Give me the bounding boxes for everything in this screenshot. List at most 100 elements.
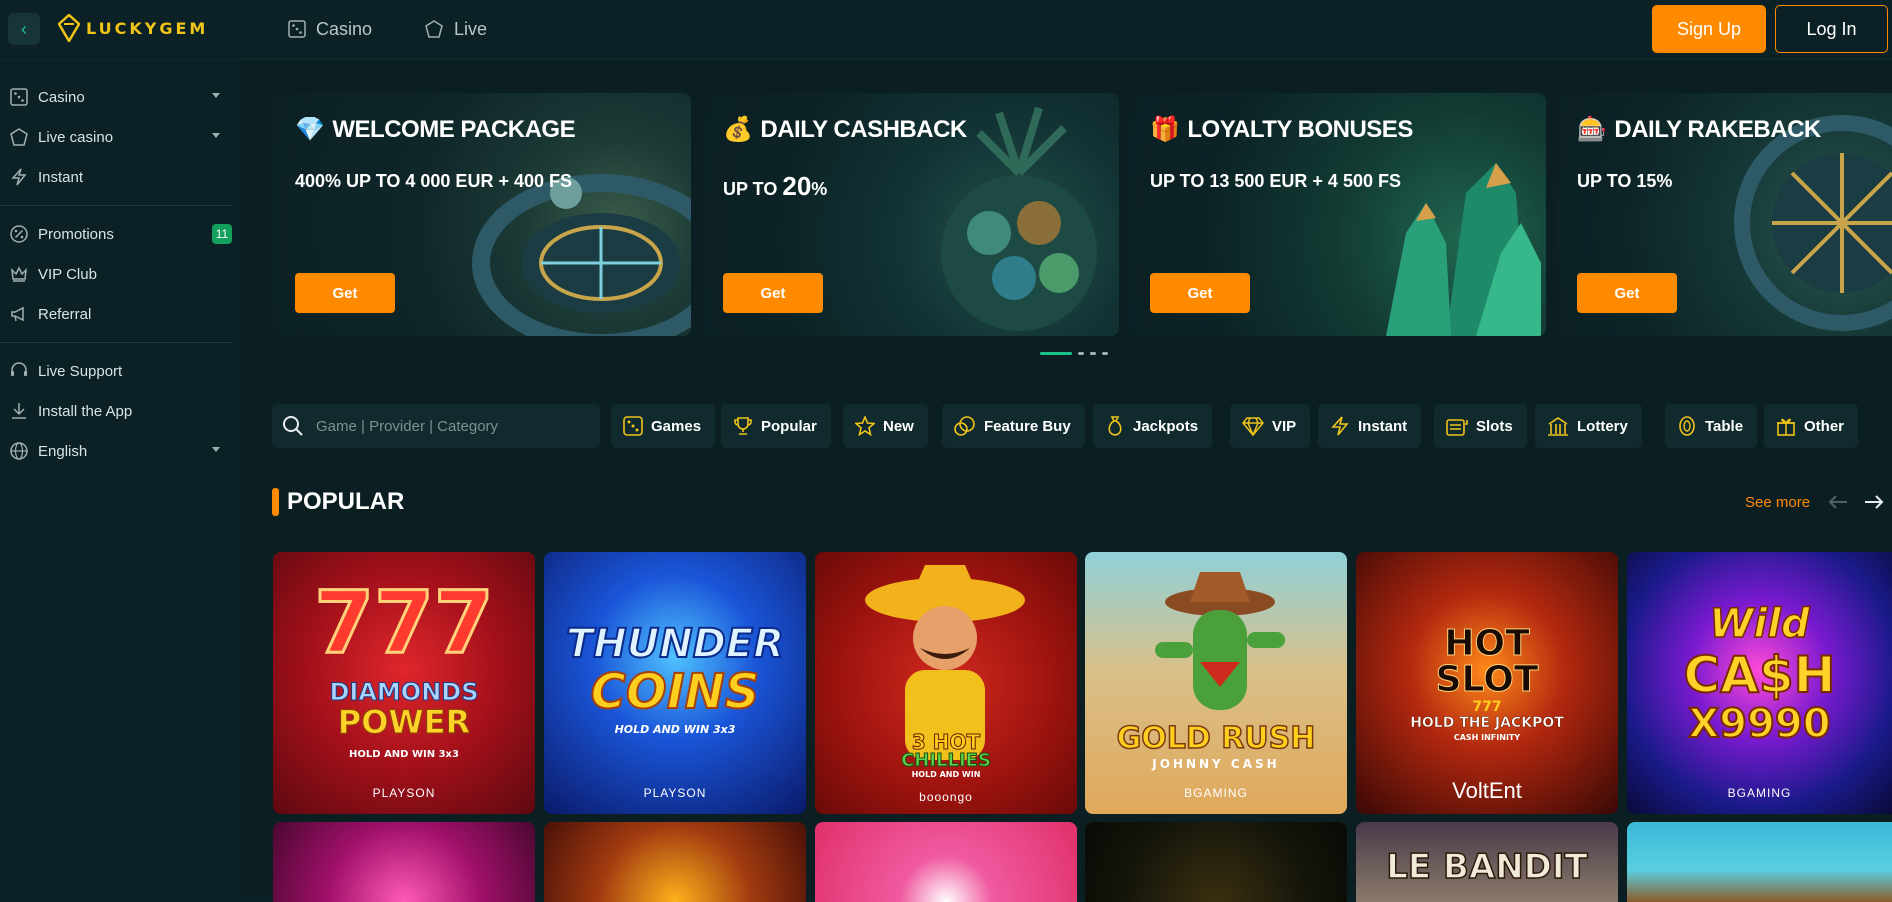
slot-machine-icon xyxy=(1446,419,1468,436)
lightning-icon xyxy=(1331,416,1349,436)
gem-logo-icon xyxy=(58,14,80,42)
category-feature-buy[interactable]: Feature Buy xyxy=(942,404,1085,448)
category-other[interactable]: Other xyxy=(1764,404,1859,448)
promo-subtitle-prefix: UP TO xyxy=(723,179,783,199)
game-tile[interactable]: LE BANDIT xyxy=(1356,822,1618,902)
chip-icon xyxy=(10,128,28,146)
scroll-right-button[interactable] xyxy=(1862,490,1886,514)
sidebar-item-casino[interactable]: Casino xyxy=(0,79,240,115)
promo-get-button[interactable]: Get xyxy=(1150,273,1250,313)
gift-icon: 🎁 xyxy=(1150,116,1180,143)
sidebar-divider xyxy=(0,342,232,343)
game-title-line: GOLD RUSH xyxy=(1116,721,1316,756)
promo-title-text: DAILY CASHBACK xyxy=(760,115,967,143)
game-tile[interactable] xyxy=(1085,822,1347,902)
game-provider: VoltEnt xyxy=(1452,778,1522,803)
game-title-line: SLOT xyxy=(1435,659,1539,700)
carousel-dot[interactable] xyxy=(1078,352,1084,355)
game-tile[interactable] xyxy=(815,822,1077,902)
sidebar-item-label: VIP Club xyxy=(38,265,97,283)
search-input[interactable] xyxy=(316,417,576,435)
game-tile[interactable] xyxy=(1627,822,1892,902)
category-label: Slots xyxy=(1476,417,1513,435)
carousel-dot[interactable] xyxy=(1040,352,1072,355)
game-tile[interactable]: GOLD RUSH JOHNNY CASH BGAMING xyxy=(1085,552,1347,814)
logo-text: LUCKYGEM xyxy=(86,18,209,38)
money-bag-icon: 💰 xyxy=(723,116,753,143)
category-label: Lottery xyxy=(1577,417,1628,435)
category-table[interactable]: Table xyxy=(1665,404,1758,448)
collapse-sidebar-button[interactable]: ‹ xyxy=(8,13,40,45)
promo-card-welcome[interactable]: 💎 WELCOME PACKAGE 400% UP TO 4 000 EUR +… xyxy=(273,93,691,336)
carousel-dot[interactable] xyxy=(1102,352,1108,355)
promo-title: 🎁 LOYALTY BONUSES xyxy=(1150,115,1413,144)
sidebar-item-install-app[interactable]: Install the App xyxy=(0,393,240,429)
chevron-left-icon: ‹ xyxy=(21,18,27,39)
promo-get-button[interactable]: Get xyxy=(723,273,823,313)
category-popular[interactable]: Popular xyxy=(721,404,831,448)
top-nav-live[interactable]: Live xyxy=(424,19,487,40)
log-in-button[interactable]: Log In xyxy=(1775,5,1888,53)
category-slots[interactable]: Slots xyxy=(1434,404,1527,448)
sidebar-item-live-casino[interactable]: Live casino xyxy=(0,119,240,155)
diamond-icon: 💎 xyxy=(295,116,325,143)
category-label: Instant xyxy=(1358,417,1408,435)
category-lottery[interactable]: Lottery xyxy=(1535,404,1642,448)
promo-get-button[interactable]: Get xyxy=(295,273,395,313)
money-bag-icon xyxy=(1108,416,1122,436)
sidebar-item-vip-club[interactable]: VIP Club xyxy=(0,256,240,292)
gift-icon xyxy=(1777,418,1795,436)
top-bar: ‹ LUCKYGEM Casino Live Sign Up Log In xyxy=(0,0,1892,60)
carousel-dot[interactable] xyxy=(1090,352,1096,355)
top-nav: Casino Live xyxy=(288,0,487,58)
game-tile[interactable]: 3 HOT CHILLIES HOLD AND WIN booongo xyxy=(815,552,1077,814)
sign-up-button[interactable]: Sign Up xyxy=(1652,5,1766,53)
game-tile[interactable]: HOT SLOT 777 HOLD THE JACKPOT CASH INFIN… xyxy=(1356,552,1618,814)
promo-subtitle: UP TO 15% xyxy=(1577,171,1673,191)
promo-title: 💎 WELCOME PACKAGE xyxy=(295,115,576,144)
promo-title-text: WELCOME PACKAGE xyxy=(332,115,576,143)
game-tile[interactable]: 777 DIAMONDS POWER HOLD AND WIN 3x3 PLAY… xyxy=(273,552,535,814)
sidebar-divider xyxy=(0,205,232,206)
main-content: 💎 WELCOME PACKAGE 400% UP TO 4 000 EUR +… xyxy=(240,60,1892,902)
coins-icon xyxy=(954,416,975,436)
game-tile[interactable]: THUNDER COINS HOLD AND WIN 3x3 PLAYSON xyxy=(544,552,806,814)
promo-card-cashback[interactable]: 💰 DAILY CASHBACK UP TO 20% Get xyxy=(701,93,1119,336)
sidebar-item-label: Referral xyxy=(38,305,92,323)
promo-card-loyalty[interactable]: 🎁 LOYALTY BONUSES UP TO 13 500 EUR + 4 5… xyxy=(1128,93,1546,336)
promo-get-button[interactable]: Get xyxy=(1577,273,1677,313)
game-subtitle: HOLD AND WIN 3x3 xyxy=(614,723,736,736)
game-tile[interactable]: Wild CA$H X9990 BGAMING xyxy=(1627,552,1892,814)
top-nav-casino[interactable]: Casino xyxy=(288,19,372,40)
promo-title-text: DAILY RAKEBACK xyxy=(1614,115,1821,143)
promo-title: 💰 DAILY CASHBACK xyxy=(723,115,967,144)
game-title-line: DIAMONDS xyxy=(329,678,479,706)
sidebar-item-instant[interactable]: Instant xyxy=(0,159,240,195)
category-label: New xyxy=(883,417,914,435)
promo-subtitle-suffix: % xyxy=(811,179,828,199)
section-accent-bar xyxy=(272,488,279,516)
top-nav-live-label: Live xyxy=(454,18,488,39)
game-provider: PLAYSON xyxy=(372,786,436,800)
category-vip[interactable]: VIP xyxy=(1230,404,1311,448)
game-subtitle: HOLD AND WIN xyxy=(911,770,981,779)
game-tile[interactable] xyxy=(273,822,535,902)
category-games[interactable]: Games xyxy=(611,404,716,448)
scroll-left-button[interactable] xyxy=(1826,490,1850,514)
see-more-link[interactable]: See more xyxy=(1745,494,1810,511)
sidebar-item-language[interactable]: English xyxy=(0,433,240,469)
category-jackpots[interactable]: Jackpots xyxy=(1093,404,1213,448)
sidebar-item-promotions[interactable]: Promotions 11 xyxy=(0,216,240,252)
trophy-icon xyxy=(734,417,752,435)
game-provider: PLAYSON xyxy=(643,786,707,800)
game-subtitle: HOLD AND WIN 3x3 xyxy=(349,749,459,760)
cactus-cowboy-artwork xyxy=(1155,572,1285,710)
logo[interactable]: LUCKYGEM xyxy=(58,14,208,42)
sidebar-item-live-support[interactable]: Live Support xyxy=(0,353,240,389)
promo-subtitle: UP TO 13 500 EUR + 4 500 FS xyxy=(1150,171,1401,191)
category-new[interactable]: New xyxy=(843,404,928,448)
game-tile[interactable] xyxy=(544,822,806,902)
sidebar-item-referral[interactable]: Referral xyxy=(0,296,240,332)
promo-card-rakeback[interactable]: 🎰 DAILY RAKEBACK UP TO 15% Get xyxy=(1555,93,1892,336)
category-instant[interactable]: Instant xyxy=(1318,404,1422,448)
